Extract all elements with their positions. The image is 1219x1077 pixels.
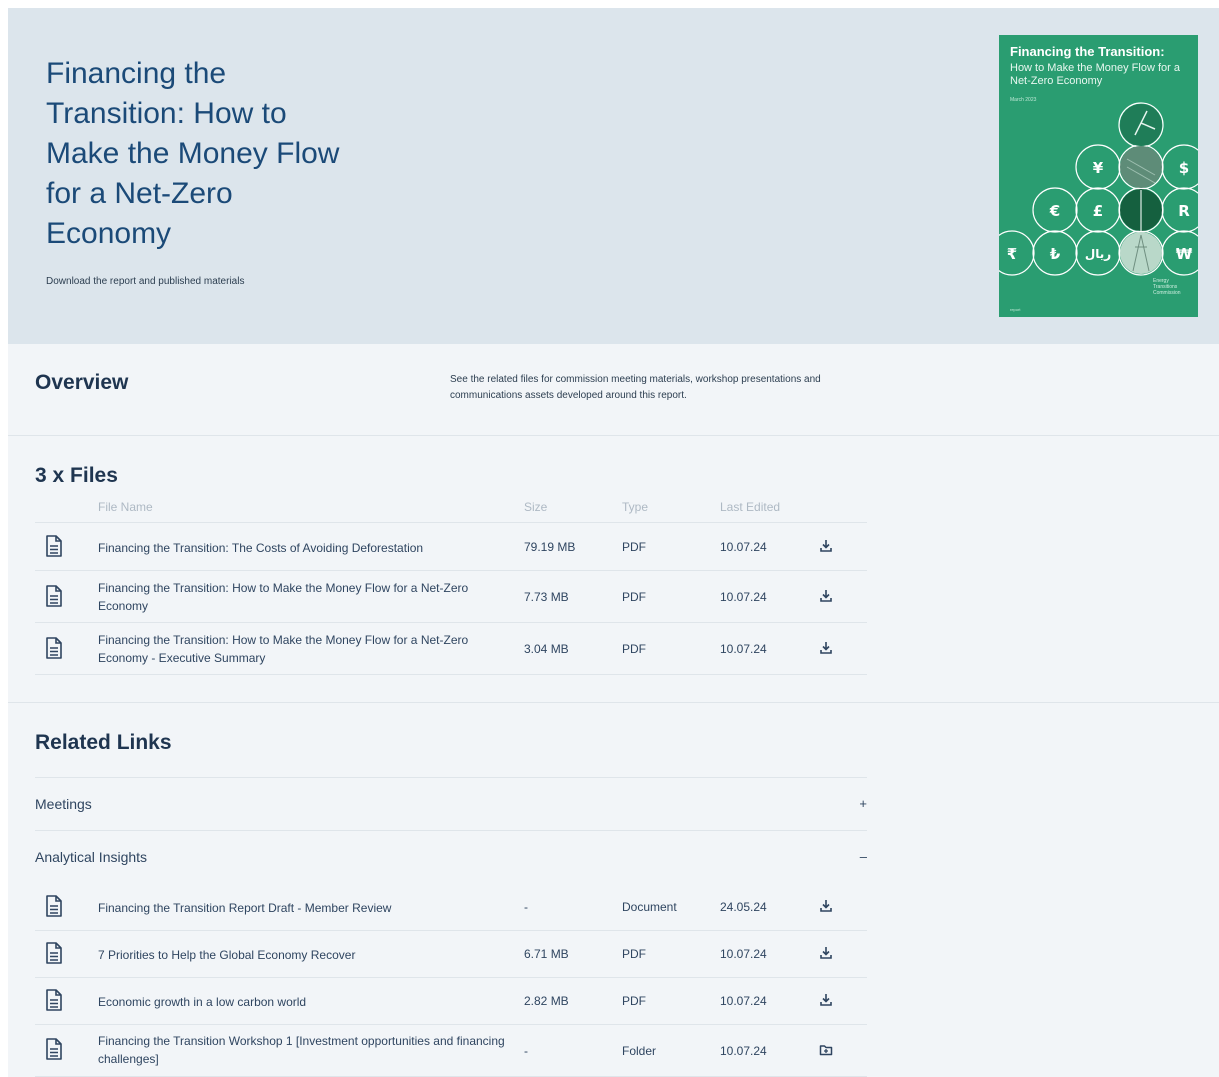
file-type: PDF (622, 994, 646, 1008)
cover-yen-symbol: ¥ (1093, 159, 1104, 177)
report-cover-image[interactable]: ¥ $ € £ R ₹ ₺ ريال ₩ Financing the Trans… (999, 35, 1198, 317)
file-icon (46, 1038, 62, 1060)
page-title: Financing the Transition: How to Make th… (46, 57, 340, 250)
file-size: - (524, 900, 528, 914)
cover-dollar-symbol: $ (1179, 159, 1189, 177)
section-divider (8, 702, 1219, 703)
hero-subtitle: Download the report and published materi… (46, 276, 245, 287)
section-divider (8, 435, 1219, 436)
overview-heading: Overview (35, 371, 129, 394)
file-icon (46, 989, 62, 1011)
file-last-edited: 10.07.24 (720, 994, 767, 1008)
file-last-edited: 24.05.24 (720, 900, 767, 914)
cover-footer: report (1010, 307, 1021, 312)
cover-euro-symbol: € (1049, 202, 1060, 220)
file-name[interactable]: Financing the Transition Report Draft - … (98, 899, 508, 917)
cover-lira-symbol: ₺ (1050, 245, 1061, 263)
file-last-edited: 10.07.24 (720, 1044, 767, 1058)
file-size: - (524, 1044, 528, 1058)
file-type: PDF (622, 590, 646, 604)
cover-pound-symbol: £ (1093, 202, 1103, 220)
file-type: PDF (622, 947, 646, 961)
cover-date: March 2023 (1010, 97, 1037, 103)
file-name[interactable]: Financing the Transition: How to Make th… (98, 579, 508, 615)
cover-riyal-symbol: ريال (1085, 247, 1111, 261)
download-icon[interactable] (819, 539, 833, 553)
table-row[interactable]: 7 Priorities to Help the Global Economy … (35, 931, 867, 978)
expand-icon[interactable]: + (859, 796, 867, 811)
cover-publisher: Energy Transitions Commission (1153, 278, 1181, 296)
related-links-heading: Related Links (35, 731, 172, 754)
file-name[interactable]: Financing the Transition: The Costs of A… (98, 539, 508, 557)
column-header-size: Size (524, 500, 548, 514)
table-row[interactable]: Financing the Transition: The Costs of A… (35, 523, 867, 571)
file-type: PDF (622, 540, 646, 554)
file-size: 3.04 MB (524, 642, 569, 656)
file-last-edited: 10.07.24 (720, 590, 767, 604)
file-type: Document (622, 900, 677, 914)
file-size: 2.82 MB (524, 994, 569, 1008)
overview-description: See the related files for commission mee… (450, 374, 821, 401)
file-icon (46, 637, 62, 659)
cover-title: Financing the Transition: (1010, 44, 1165, 59)
column-header-type: Type (622, 500, 649, 514)
column-header-last-edited: Last Edited (720, 500, 781, 514)
file-last-edited: 10.07.24 (720, 947, 767, 961)
table-row[interactable]: Financing the Transition Report Draft - … (35, 884, 867, 931)
file-name[interactable]: 7 Priorities to Help the Global Economy … (98, 946, 508, 964)
file-size: 79.19 MB (524, 540, 576, 554)
files-heading: 3 x Files (35, 464, 118, 487)
cover-subtitle: How to Make the Money Flow for a Net-Zer… (1010, 62, 1180, 87)
download-icon[interactable] (819, 589, 833, 603)
page: Financing the Transition: How to Make th… (8, 8, 1219, 1077)
file-last-edited: 10.07.24 (720, 642, 767, 656)
file-icon (46, 585, 62, 607)
file-last-edited: 10.07.24 (720, 540, 767, 554)
accordion-label: Analytical Insights (35, 849, 148, 865)
cover-rand-symbol: R (1178, 202, 1190, 220)
file-size: 7.73 MB (524, 590, 569, 604)
accordion-meetings[interactable]: Meetings + (35, 777, 867, 830)
download-icon[interactable] (819, 946, 833, 960)
file-icon (46, 535, 62, 557)
file-icon (46, 942, 62, 964)
download-icon[interactable] (819, 899, 833, 913)
accordion-label: Meetings (35, 796, 92, 812)
file-name[interactable]: Financing the Transition: How to Make th… (98, 631, 508, 667)
file-type: Folder (622, 1044, 657, 1058)
file-name[interactable]: Economic growth in a low carbon world (98, 993, 508, 1011)
cover-rupee-symbol: ₹ (1007, 245, 1017, 263)
file-type: PDF (622, 642, 646, 656)
column-header-file-name: File Name (98, 500, 153, 514)
table-row[interactable]: Financing the Transition: How to Make th… (35, 571, 867, 623)
download-icon[interactable] (819, 993, 833, 1007)
accordion-analytical-insights[interactable]: Analytical Insights – (35, 830, 867, 883)
file-size: 6.71 MB (524, 947, 569, 961)
cover-won-symbol: ₩ (1176, 245, 1193, 263)
table-row[interactable]: Financing the Transition: How to Make th… (35, 623, 867, 675)
file-name[interactable]: Financing the Transition Workshop 1 [Inv… (98, 1032, 508, 1068)
file-icon (46, 895, 62, 917)
hero-banner: Financing the Transition: How to Make th… (8, 8, 1219, 344)
collapse-icon[interactable]: – (860, 849, 867, 864)
table-row[interactable]: Economic growth in a low carbon world 2.… (35, 978, 867, 1025)
folder-icon[interactable] (819, 1043, 833, 1057)
download-icon[interactable] (819, 641, 833, 655)
table-row[interactable]: Financing the Transition Workshop 1 [Inv… (35, 1025, 867, 1077)
